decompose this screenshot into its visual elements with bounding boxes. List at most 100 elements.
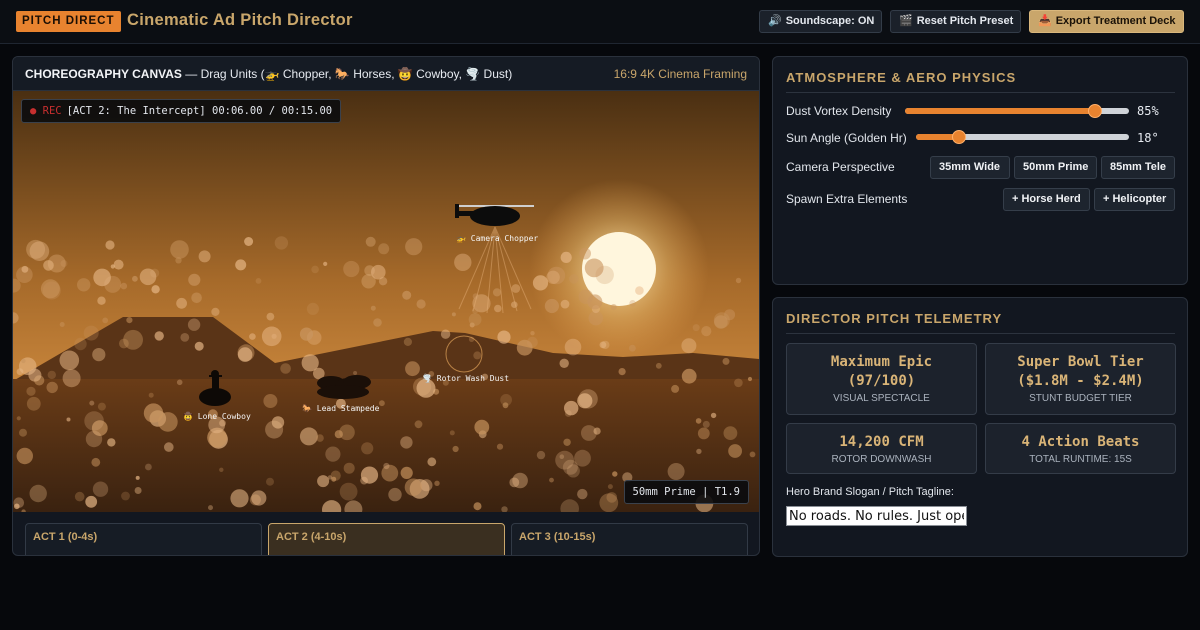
dust-particle — [316, 434, 324, 442]
dust-particle — [378, 243, 390, 255]
dust-density-slider[interactable] — [905, 104, 1129, 118]
dust-particle — [527, 336, 538, 348]
dust-particle — [353, 371, 358, 375]
dust-particle — [110, 264, 115, 269]
dust-particle — [655, 362, 662, 369]
dust-particle — [724, 309, 736, 321]
dust-particle — [492, 288, 502, 297]
dust-particle — [299, 327, 314, 341]
spawn-helicopter-button[interactable]: + Helicopter — [1094, 188, 1175, 211]
dust-particle — [151, 285, 160, 294]
dust-particle — [113, 259, 124, 270]
sun-angle-slider[interactable] — [916, 130, 1129, 144]
dust-particle — [188, 273, 201, 286]
rotor-downwash-value: 14,200 CFM — [839, 434, 924, 450]
dust-particle — [21, 358, 26, 364]
dust-particle — [211, 307, 220, 316]
act-1-button[interactable]: ACT 1 (0-4s) — [25, 523, 262, 555]
sun-angle-thumb[interactable] — [951, 130, 966, 144]
dust-particle — [317, 475, 330, 488]
dust-particle — [208, 505, 213, 511]
dust-particle — [92, 481, 109, 497]
dust-density-thumb[interactable] — [1088, 104, 1103, 118]
dust-particle — [198, 250, 211, 263]
dust-particle — [89, 400, 95, 406]
dust-particle — [13, 497, 25, 509]
dust-particle — [74, 491, 85, 502]
act-1-label: ACT 1 (0-4s) — [33, 531, 98, 543]
dust-particle — [564, 338, 582, 356]
dust-particle — [502, 402, 509, 409]
dust-particle — [696, 448, 702, 455]
dust-particle — [330, 470, 341, 481]
dust-particle — [371, 264, 386, 280]
dust-particle — [599, 493, 619, 512]
dust-particle — [251, 490, 267, 506]
brand-badge: PITCH DIRECT — [16, 11, 121, 32]
telemetry-panel: DIRECTOR PITCH TELEMETRY Maximum Epic (9… — [772, 297, 1188, 557]
camera-perspective-label: Camera Perspective — [786, 160, 895, 174]
dust-particle — [29, 484, 47, 503]
act-3-button[interactable]: ACT 3 (10-15s) — [511, 523, 748, 555]
lens-50mm-button[interactable]: 50mm Prime — [1014, 156, 1097, 179]
dust-particle — [306, 302, 319, 315]
dust-particle — [473, 351, 482, 360]
dust-particle — [176, 297, 188, 309]
lens-35mm-button[interactable]: 35mm Wide — [930, 156, 1010, 179]
dust-particle — [187, 318, 201, 331]
soundscape-toggle-button[interactable]: 🔊 Soundscape: ON — [759, 10, 882, 33]
spawn-elements-label: Spawn Extra Elements — [786, 192, 908, 206]
dust-particle — [323, 261, 328, 266]
dust-particle — [16, 447, 33, 465]
dust-particle — [83, 325, 99, 341]
dust-particle — [191, 292, 202, 304]
lens-85mm-button[interactable]: 85mm Tele — [1101, 156, 1175, 179]
reset-preset-button[interactable]: 🎬 Reset Pitch Preset — [890, 10, 1021, 33]
dust-particle — [299, 427, 318, 446]
dust-particle — [219, 467, 224, 472]
dust-particle — [749, 451, 756, 458]
canvas-header: CHOREOGRAPHY CANVAS — Drag Units (🚁 Chop… — [13, 57, 759, 91]
dust-particle — [747, 376, 753, 382]
stunt-budget-label: STUNT BUDGET TIER — [1029, 393, 1132, 404]
dust-particle — [263, 394, 278, 408]
dust-particle — [16, 368, 24, 376]
dust-particle — [244, 237, 254, 246]
act-2-label: ACT 2 (4-10s) — [276, 531, 347, 543]
dust-particle — [97, 402, 106, 411]
dust-particle — [148, 392, 154, 398]
dust-particle — [104, 275, 122, 293]
atmosphere-panel: ATMOSPHERE & AERO PHYSICS Dust Vortex De… — [772, 56, 1188, 285]
dust-particle — [261, 326, 282, 347]
stunt-budget-range: ($1.8M - $2.4M) — [1017, 373, 1144, 389]
dust-particle — [612, 471, 618, 477]
dust-particle — [427, 457, 437, 467]
framing-label: 16:9 4K Cinema Framing — [613, 67, 747, 81]
visual-spectacle-label: VISUAL SPECTACLE — [833, 393, 930, 404]
slogan-input[interactable] — [786, 506, 967, 526]
scene-viewport[interactable]: 🚁 Camera Chopper 🌪️ Rotor Wash Dust 🐎 Le… — [13, 91, 759, 512]
dust-particle — [702, 420, 710, 428]
dust-particle — [383, 462, 390, 470]
divider — [786, 92, 1175, 93]
dust-particle — [440, 329, 451, 339]
dust-particle — [530, 331, 535, 336]
dust-particle — [230, 489, 249, 508]
dust-particle — [271, 416, 285, 429]
choreography-canvas-panel: CHOREOGRAPHY CANVAS — Drag Units (🚁 Chop… — [12, 56, 760, 556]
dust-particle — [280, 363, 291, 374]
dust-particle — [400, 436, 413, 449]
dust-particle — [451, 312, 456, 317]
dust-particle — [449, 430, 455, 436]
dust-particle — [569, 274, 579, 284]
act-2-button[interactable]: ACT 2 (4-10s) — [268, 523, 505, 555]
dust-particle — [579, 247, 591, 260]
export-deck-button[interactable]: 📥 Export Treatment Deck — [1029, 10, 1184, 33]
atmosphere-title: ATMOSPHERE & AERO PHYSICS — [786, 70, 1017, 85]
dust-particle — [496, 443, 504, 450]
cowboy-label: 🤠 Lone Cowboy — [183, 411, 251, 421]
dust-particle — [154, 331, 164, 341]
spawn-horse-herd-button[interactable]: + Horse Herd — [1003, 188, 1090, 211]
timecode: [ACT 2: The Intercept] 00:06.00 / 00:15.… — [66, 105, 333, 117]
visual-spectacle-score: (97/100) — [847, 373, 916, 389]
